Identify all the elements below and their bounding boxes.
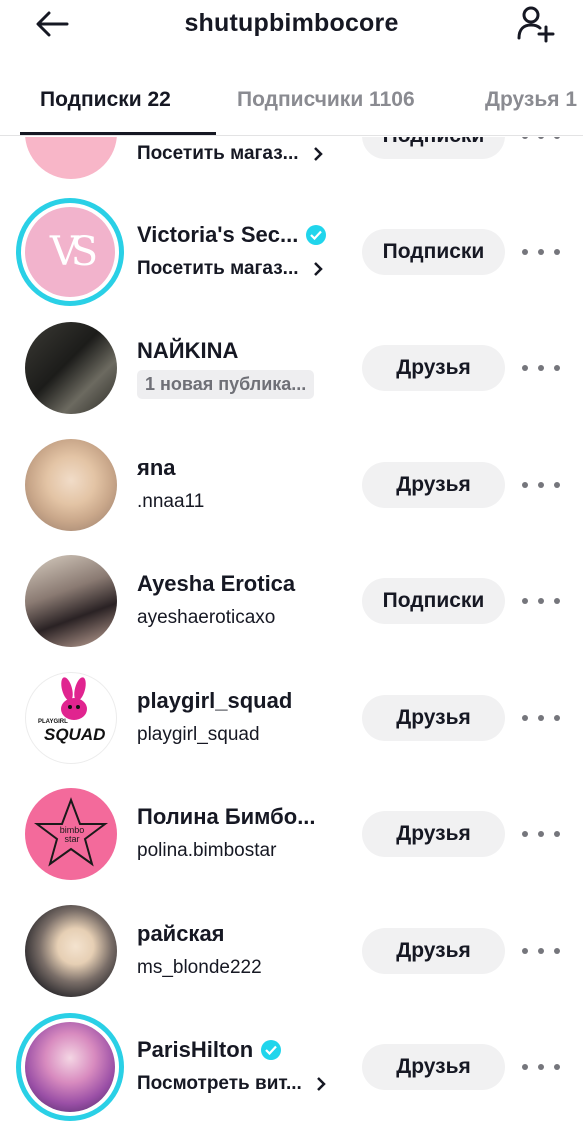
list-item[interactable]: Посетить магаз... Подписки — [0, 137, 583, 185]
item-name: райская — [137, 921, 225, 946]
verified-icon — [306, 225, 327, 245]
chevron-right-icon — [313, 147, 323, 161]
avatar — [25, 905, 117, 997]
item-name: Ayesha Erotica — [137, 571, 296, 596]
tab-bar: Подписки 22 Подписчики 1106 Друзья 1 — [0, 72, 583, 136]
avatar — [25, 322, 117, 414]
following-button[interactable]: Подписки — [362, 137, 505, 159]
more-options-button[interactable] — [522, 939, 560, 963]
item-name: NAЙKINA — [137, 338, 239, 363]
item-subtitle: Посмотреть вит... — [137, 1073, 326, 1095]
friends-button[interactable]: Друзья — [362, 345, 505, 391]
tab-friends[interactable]: Друзья 1 — [485, 88, 577, 112]
item-name: Victoria's Sec... — [137, 222, 327, 248]
avatar — [25, 137, 117, 179]
item-name: playgirl_squad — [137, 688, 293, 713]
friends-button[interactable]: Друзья — [362, 695, 505, 741]
item-subtitle: 1 новая публика... — [137, 370, 315, 399]
more-options-button[interactable] — [522, 589, 560, 613]
item-subtitle: playgirl_squad — [137, 724, 260, 745]
list-item[interactable]: NAЙKINA 1 новая публика... Друзья — [0, 310, 583, 426]
more-options-button[interactable] — [522, 706, 560, 730]
avatar: PLAYGIRL SQUAD — [25, 672, 117, 764]
add-user-button[interactable] — [511, 2, 561, 46]
item-name: яna — [137, 455, 176, 480]
add-user-icon — [517, 6, 555, 43]
tab-following[interactable]: Подписки 22 — [40, 88, 171, 112]
following-button[interactable]: Подписки — [362, 229, 505, 275]
friends-button[interactable]: Друзья — [362, 811, 505, 857]
list-item[interactable]: яna .nnaa11 Друзья — [0, 427, 583, 543]
avatar — [25, 439, 117, 531]
item-subtitle: .nnaa11 — [137, 491, 205, 512]
friends-button[interactable]: Друзья — [362, 1044, 505, 1090]
tab-followers[interactable]: Подписчики 1106 — [237, 88, 415, 112]
list-item[interactable]: bimbo star Полина Бимбо... polina.bimbos… — [0, 776, 583, 892]
item-subtitle: polina.bimbostar — [137, 840, 277, 861]
list-item[interactable]: райская ms_blonde222 Друзья — [0, 893, 583, 1009]
list-item[interactable]: VS Victoria's Sec... Посетить магаз... П… — [0, 194, 583, 310]
top-bar: shutupbimbocore — [0, 0, 583, 50]
list-item[interactable]: Ayesha Erotica ayeshaeroticaxo Подписки — [0, 543, 583, 659]
chevron-right-icon — [313, 262, 323, 276]
friends-button[interactable]: Друзья — [362, 462, 505, 508]
friends-button[interactable]: Друзья — [362, 928, 505, 974]
active-tab-indicator — [20, 132, 216, 135]
following-button[interactable]: Подписки — [362, 578, 505, 624]
verified-icon — [261, 1040, 282, 1060]
chevron-right-icon — [316, 1077, 326, 1091]
more-options-button[interactable] — [522, 356, 560, 380]
item-name: ParisHilton — [137, 1037, 282, 1063]
item-name: Полина Бимбо... — [137, 804, 316, 829]
avatar — [25, 555, 117, 647]
item-subtitle: ayeshaeroticaxo — [137, 607, 276, 628]
list-item[interactable]: PLAYGIRL SQUAD playgirl_squad playgirl_s… — [0, 660, 583, 776]
page-title: shutupbimbocore — [184, 9, 399, 37]
more-options-button[interactable] — [522, 240, 560, 264]
item-subtitle: ms_blonde222 — [137, 957, 262, 978]
item-subtitle: Посетить магаз... — [137, 258, 323, 280]
more-options-button[interactable] — [522, 137, 560, 148]
more-options-button[interactable] — [522, 822, 560, 846]
more-options-button[interactable] — [522, 1055, 560, 1079]
following-list: Посетить магаз... Подписки VS Victoria's… — [0, 137, 583, 1128]
more-options-button[interactable] — [522, 473, 560, 497]
avatar — [16, 1013, 124, 1121]
avatar: VS — [16, 198, 124, 306]
list-item[interactable]: ParisHilton Посмотреть вит... Друзья — [0, 1009, 583, 1125]
item-subtitle: Посетить магаз... — [137, 143, 323, 165]
avatar: bimbo star — [25, 788, 117, 880]
